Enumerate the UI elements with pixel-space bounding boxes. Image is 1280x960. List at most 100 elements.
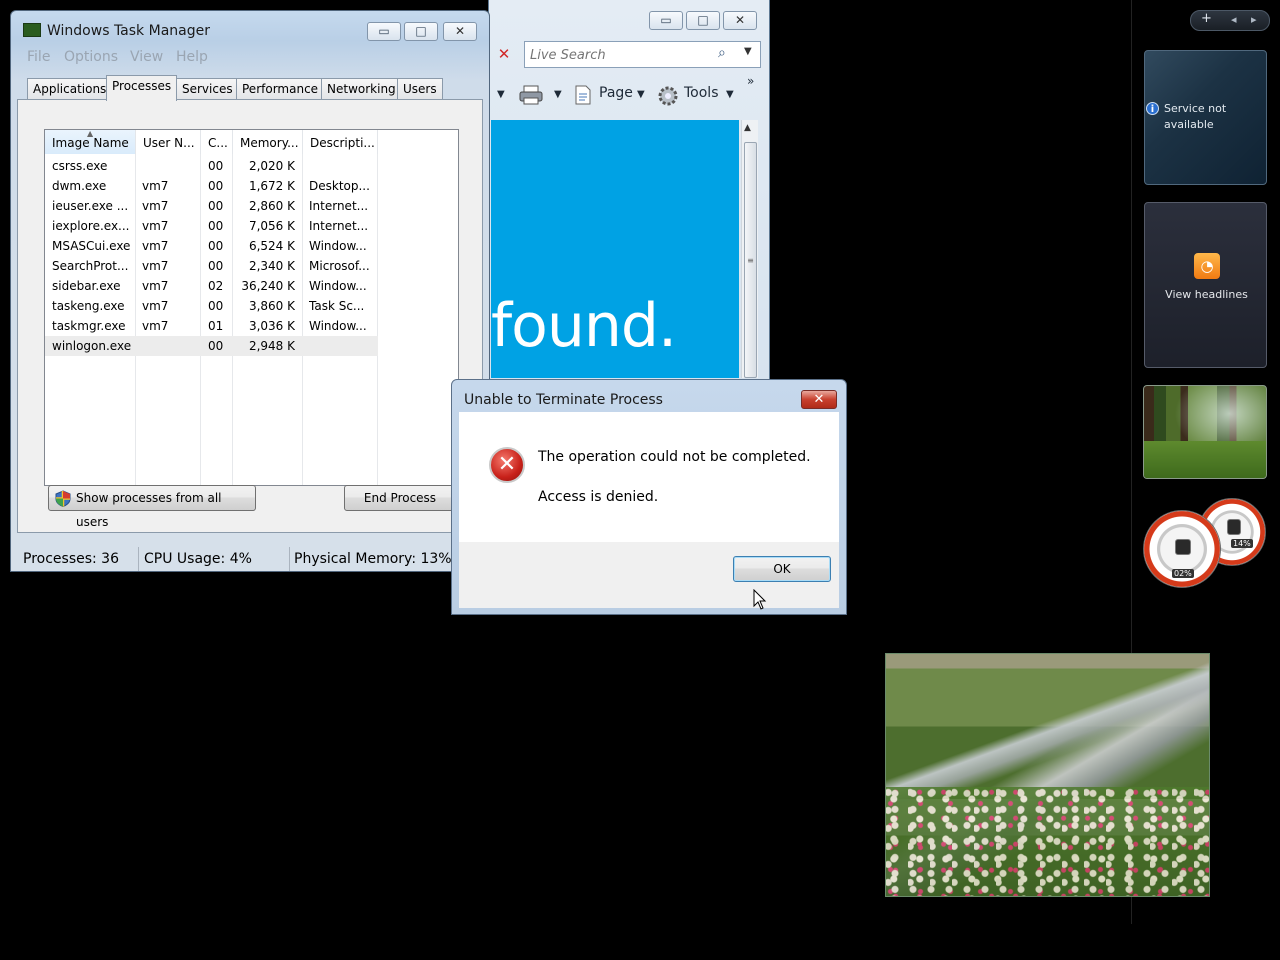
add-gadget-button[interactable]: + [1201,11,1212,26]
home-dropdown-icon[interactable]: ▼ [497,89,505,100]
memory-chip-icon [1227,519,1241,535]
sort-ascending-icon: ▲ [87,130,94,138]
table-row[interactable]: ieuser.exe ... vm7 00 2,860 K Internet... [45,196,378,216]
scroll-up-arrow-icon[interactable]: ▲ [744,123,751,133]
column-header-image-name[interactable]: ▲ Image Name [45,130,136,154]
column-header-user-name[interactable]: User N... [136,130,201,154]
toolbar-overflow-icon[interactable]: » [747,74,754,88]
table-row[interactable]: SearchProt... vm7 00 2,340 K Microsof... [45,256,378,276]
process-user-cell: vm7 [142,179,169,193]
process-name-cell: sidebar.exe [52,279,121,293]
table-row[interactable]: sidebar.exe vm7 02 36,240 K Window... [45,276,378,296]
slideshow-gadget[interactable] [1143,385,1267,479]
ie-minimize-button[interactable]: ▭ [649,11,683,30]
feed-headlines-gadget[interactable]: ◔ View headlines [1144,202,1267,368]
ok-button[interactable]: OK [733,556,831,582]
column-header-description[interactable]: Descripti... [303,130,378,154]
maximize-button[interactable]: □ [404,22,438,41]
page-menu-label[interactable]: Page [599,85,633,101]
sidebar-controls: + ◂ ▸ [1190,10,1270,31]
process-memory-cell: 6,524 K [248,239,295,253]
table-row[interactable]: dwm.exe vm7 00 1,672 K Desktop... [45,176,378,196]
table-row[interactable]: taskmgr.exe vm7 01 3,036 K Window... [45,316,378,336]
menu-file[interactable]: File [27,49,50,65]
table-row[interactable]: MSASCui.exe vm7 00 6,524 K Window... [45,236,378,256]
dialog-message: The operation could not be completed. [538,449,811,465]
tab-users[interactable]: Users [397,78,443,100]
stop-icon[interactable]: ✕ [494,42,514,66]
table-row[interactable]: csrss.exe 00 2,020 K [45,156,378,176]
column-header-memory[interactable]: Memory... [233,130,303,154]
print-dropdown-icon[interactable]: ▼ [554,89,562,100]
view-headlines-link[interactable]: View headlines [1145,288,1266,301]
process-name-cell: MSASCui.exe [52,239,131,253]
page-dropdown-icon[interactable]: ▼ [637,89,645,100]
tools-menu-label[interactable]: Tools [684,85,719,101]
tools-dropdown-icon[interactable]: ▼ [726,89,734,100]
minimize-button[interactable]: ▭ [367,22,401,41]
process-description-cell: Microsof... [309,259,370,273]
tab-applications[interactable]: Applications [27,78,113,100]
print-icon[interactable] [519,85,543,109]
error-dialog: Unable to Terminate Process ✕ ✕ The oper… [451,379,847,615]
cpu-chip-icon [1175,539,1191,555]
process-description-cell: Window... [309,319,367,333]
search-options-dropdown-icon[interactable]: ▼ [744,46,752,57]
desktop-photo-stream [885,653,1210,897]
show-all-processes-button[interactable]: Show processes from all users [48,485,256,529]
memory-meter-value: 14% [1231,539,1253,548]
status-bar: Processes: 36 CPU Usage: 4% Physical Mem… [19,547,481,571]
process-user-cell: vm7 [142,239,169,253]
page-heading-text: found. [491,291,677,361]
menu-help[interactable]: Help [176,49,208,65]
ie-close-button[interactable]: ✕ [723,11,757,30]
ie-search-box: ⌕ ▼ [524,41,761,68]
tab-networking[interactable]: Networking [321,78,402,100]
ie-scrollbar[interactable]: ▲ ≡ [741,120,758,378]
task-manager-window: Windows Task Manager ▭ □ ✕ File Options … [10,10,490,572]
process-table: ▲ Image Name User N... C... Memory... De… [44,129,459,486]
process-user-cell: vm7 [142,319,169,333]
process-memory-cell: 3,036 K [248,319,295,333]
ie-search-input[interactable] [530,46,710,64]
menu-view[interactable]: View [130,49,163,65]
dialog-title: Unable to Terminate Process [464,392,663,408]
gear-icon[interactable] [657,85,679,111]
status-cpu-usage: CPU Usage: 4% [140,547,290,571]
error-icon: ✕ [489,447,525,483]
process-name-cell: taskeng.exe [52,299,125,313]
close-button[interactable]: ✕ [443,22,477,41]
table-row[interactable]: winlogon.exe 00 2,948 K [45,336,378,356]
dialog-close-button[interactable]: ✕ [801,390,837,409]
page-icon[interactable] [573,85,593,109]
process-name-cell: iexplore.ex... [52,219,130,233]
tab-services[interactable]: Services [176,78,239,100]
dialog-footer: OK [459,542,839,608]
menu-bar: File Options View Help [15,47,485,67]
process-description-cell: Internet... [309,199,369,213]
tab-performance[interactable]: Performance [236,78,325,100]
process-name-cell: csrss.exe [52,159,108,173]
process-user-cell: vm7 [142,279,169,293]
table-row[interactable]: iexplore.ex... vm7 00 7,056 K Internet... [45,216,378,236]
mouse-cursor-icon [753,588,767,611]
process-description-cell: Window... [309,239,367,253]
column-header-cpu[interactable]: C... [201,130,233,154]
task-manager-app-icon [23,23,41,37]
previous-page-button[interactable]: ◂ [1231,13,1237,26]
info-icon: i [1146,102,1159,115]
end-process-button[interactable]: End Process [344,485,456,511]
search-icon[interactable]: ⌕ [718,45,726,61]
weather-gadget[interactable]: i Service not available [1144,50,1267,185]
menu-options[interactable]: Options [64,49,118,65]
weather-status-text: Service not available [1164,102,1227,131]
process-memory-cell: 2,948 K [248,339,295,353]
process-name-cell: SearchProt... [52,259,129,273]
ie-maximize-button[interactable]: □ [686,11,720,30]
scroll-thumb[interactable]: ≡ [744,142,757,378]
tab-processes[interactable]: Processes [106,75,178,101]
process-memory-cell: 36,240 K [241,279,295,293]
next-page-button[interactable]: ▸ [1251,13,1257,26]
process-user-cell: vm7 [142,199,169,213]
table-row[interactable]: taskeng.exe vm7 00 3,860 K Task Sc... [45,296,378,316]
